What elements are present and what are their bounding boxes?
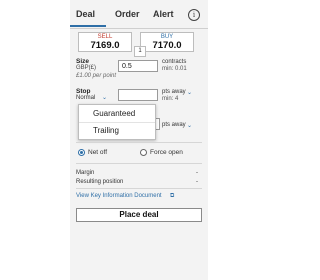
external-link-icon[interactable]: ⧉ [170,193,174,200]
stop-type-selector[interactable]: Normal [76,95,95,101]
menu-item-trailing[interactable]: Trailing [93,126,119,135]
sell-price: 7169.0 [90,40,120,51]
place-deal-button[interactable]: Place deal [76,208,202,222]
size-per-point: £1.00 per point [76,73,117,79]
menu-item-guaranteed[interactable]: Guaranteed [93,109,135,118]
spread-badge: 1 [134,46,146,57]
chevron-down-icon[interactable]: ⌄ [102,94,107,101]
net-off-radio[interactable] [78,149,85,156]
tabs-divider [70,28,208,29]
sell-button[interactable]: SELL 7169.0 [78,32,132,52]
net-off-label[interactable]: Net off [88,149,107,156]
tab-deal[interactable]: Deal [76,9,95,19]
size-currency: GBP(£) [76,65,97,71]
stop-input[interactable] [118,89,158,101]
size-min: min: 0.01 [162,66,187,72]
stop-unit-selector[interactable]: pts away [162,89,186,95]
resulting-position-label: Resulting position [76,179,124,185]
menu-divider [79,122,155,123]
tab-bar: Deal Order Alert i [70,6,208,27]
tab-order[interactable]: Order [115,9,140,19]
chevron-down-icon[interactable]: ⌄ [187,89,192,96]
force-open-label[interactable]: Force open [150,149,183,156]
margin-value: - [196,170,198,176]
stop-label: Stop [76,88,91,95]
divider [76,188,202,189]
divider [76,163,202,164]
kid-link[interactable]: View Key Information Document [76,193,162,199]
stop-min: min: 4 [162,96,179,102]
size-unit: contracts [162,59,187,65]
stop-type-menu: Guaranteed Trailing [78,104,156,140]
size-label: Size [76,58,90,65]
chevron-down-icon[interactable]: ⌄ [187,122,192,129]
size-input[interactable]: 0.5 [118,60,158,72]
tab-alert[interactable]: Alert [153,9,174,19]
resulting-position-value: - [196,179,198,185]
margin-label: Margin [76,170,95,176]
active-tab-indicator [70,25,106,27]
limit-unit-selector[interactable]: pts away [162,122,186,128]
force-open-radio[interactable] [140,149,147,156]
deal-ticket-panel: Deal Order Alert i SELL 7169.0 BUY 7170.… [70,0,208,280]
divider [76,142,202,143]
buy-price: 7170.0 [152,40,182,51]
buy-button[interactable]: BUY 7170.0 [140,32,194,52]
info-icon[interactable]: i [188,9,200,21]
